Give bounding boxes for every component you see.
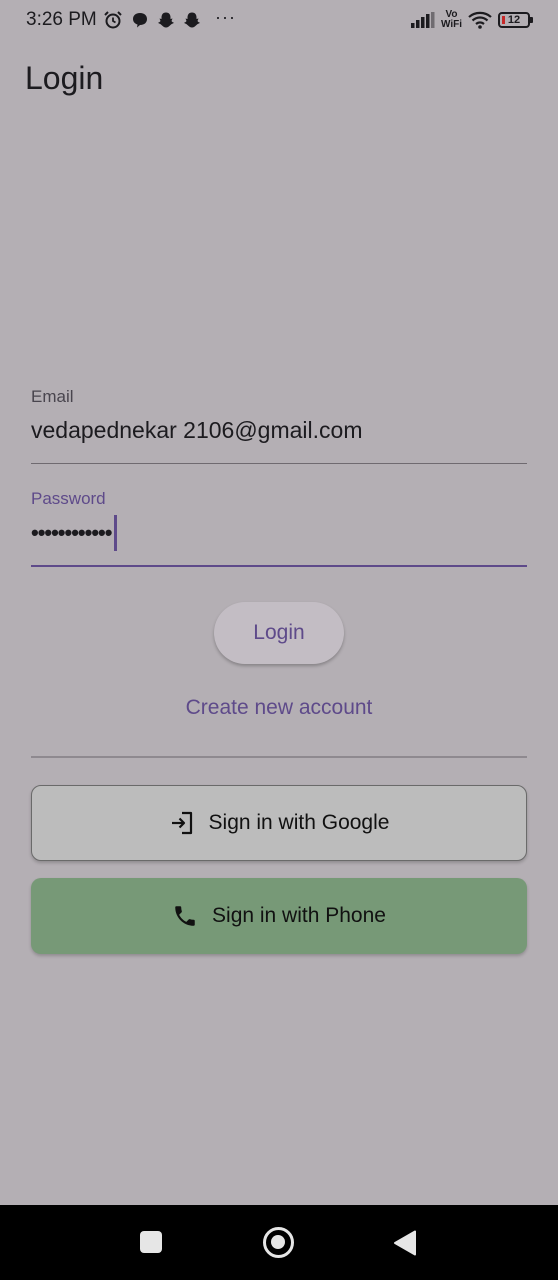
email-field[interactable]: Email vedapednekar 2106@gmail.com [31,385,527,464]
status-bar: 3:26 PM ··· Vo WiFi 12 [0,0,558,40]
login-button[interactable]: Login [214,602,344,664]
status-time: 3:26 PM [26,9,97,30]
create-account-link[interactable]: Create new account [0,696,558,720]
recent-apps-icon[interactable] [140,1231,162,1253]
text-cursor [114,515,118,551]
battery-icon: 12 [498,12,533,28]
email-input[interactable]: vedapednekar 2106@gmail.com [31,417,363,444]
sign-in-google-button[interactable]: Sign in with Google [31,785,527,861]
page-title: Login [25,60,104,96]
password-input-row[interactable]: •••••••••••• [31,515,118,551]
login-icon [169,810,195,836]
battery-level: 12 [507,14,521,26]
sign-in-phone-label: Sign in with Phone [212,904,386,927]
sign-in-phone-button[interactable]: Sign in with Phone [31,878,527,954]
wifi-icon [468,11,492,29]
system-icons: Vo WiFi 12 [410,9,533,30]
snapchat-icon [157,11,175,29]
alarm-icon [103,10,123,30]
email-label: Email [31,387,74,406]
vowifi-indicator: Vo WiFi [440,9,462,30]
notification-icons: ··· [103,6,236,30]
back-icon[interactable] [393,1230,417,1261]
phone-icon [172,903,198,929]
sign-in-google-label: Sign in with Google [208,811,390,834]
chat-bubble-icon [131,11,149,29]
password-field[interactable]: Password •••••••••••• [31,487,527,567]
home-icon[interactable] [263,1227,294,1258]
more-notifications-indicator: ··· [215,6,236,27]
system-nav-bar [0,1205,558,1280]
password-label: Password [31,489,106,508]
divider [31,756,527,758]
snapchat-icon [183,11,201,29]
password-input[interactable]: •••••••••••• [31,520,112,546]
signal-icon [410,12,435,28]
